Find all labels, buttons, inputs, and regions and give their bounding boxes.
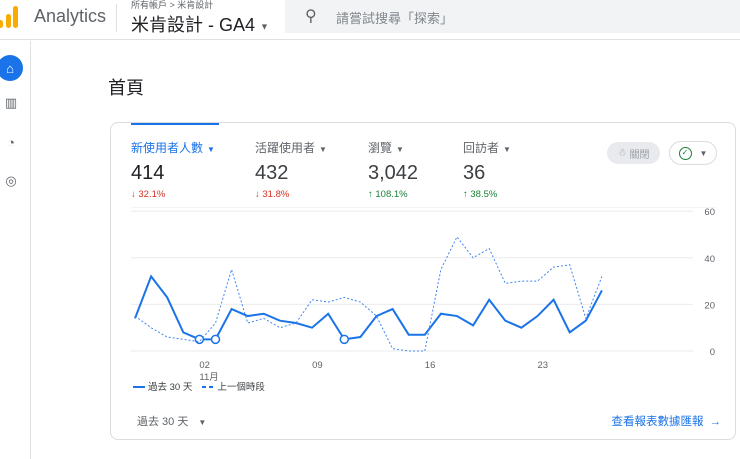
line-chart: 02040600211月09 16 23	[131, 207, 715, 383]
x-tick-label: 16	[425, 360, 436, 371]
legend-previous: 上一個時段	[202, 379, 265, 393]
legend-current: 過去 30 天	[133, 379, 192, 393]
dashed-line-swatch	[202, 386, 215, 389]
top-bar: Analytics 所有帳戶 > 米肯設計 米肯設計 - GA4 ▼ ⚲ 請嘗試…	[0, 0, 740, 40]
view-reports-label: 查看報表數據匯報	[611, 416, 704, 428]
search-bar[interactable]: ⚲ 請嘗試搜尋「探索」	[285, 0, 740, 33]
divider	[116, 4, 117, 32]
arrow-right-icon: →	[709, 416, 722, 428]
data-point	[194, 334, 205, 345]
overview-card: 新使用者人數 ▼ 414 ↓ 32.1% 活躍使用者 ▼ 432 ↓ 31.8% 瀏…	[110, 122, 736, 440]
app-name: Analytics	[34, 6, 107, 26]
property-name: 米肯設計 - GA4	[131, 15, 256, 35]
y-tick-label: 0	[710, 347, 715, 358]
chart-legend: 過去 30 天 上一個時段	[133, 379, 265, 393]
search-icon: ⚲	[305, 8, 317, 25]
x-tick-label: 09	[312, 360, 323, 371]
y-tick-label: 20	[704, 300, 715, 311]
advertising-icon[interactable]: ◎	[0, 170, 22, 192]
breadcrumb[interactable]: 所有帳戶 > 米肯設計	[131, 0, 213, 11]
current-period-line	[134, 274, 603, 341]
page-title: 首頁	[108, 78, 144, 98]
legend-label: 過去 30 天	[148, 382, 193, 393]
explore-icon[interactable]: ◔	[0, 131, 22, 153]
previous-period-line	[134, 235, 603, 352]
reports-icon[interactable]: ▥	[0, 92, 22, 114]
x-tick-label: 23	[538, 360, 549, 371]
caret-down-icon: ▼	[260, 21, 269, 32]
date-range-selector[interactable]: 過去 30 天 ▼	[137, 413, 206, 429]
legend-label: 上一個時段	[217, 382, 265, 393]
solid-line-swatch	[133, 386, 145, 389]
y-tick-label: 40	[704, 254, 715, 265]
data-point	[339, 334, 350, 345]
date-range-label: 過去 30 天	[137, 416, 189, 428]
caret-down-icon: ▼	[198, 418, 207, 427]
view-reports-link[interactable]: 查看報表數據匯報 →	[612, 413, 722, 429]
data-point	[210, 334, 221, 345]
y-tick-label: 60	[704, 207, 715, 218]
home-icon[interactable]: ⌂	[0, 55, 23, 81]
search-input[interactable]: 請嘗試搜尋「探索」	[336, 8, 453, 27]
property-selector[interactable]: 米肯設計 - GA4 ▼	[131, 11, 269, 37]
analytics-logo-icon[interactable]	[0, 6, 20, 28]
left-nav: ⌂ ▥ ◔ ◎	[0, 41, 31, 459]
x-tick-label: 02	[199, 360, 210, 371]
